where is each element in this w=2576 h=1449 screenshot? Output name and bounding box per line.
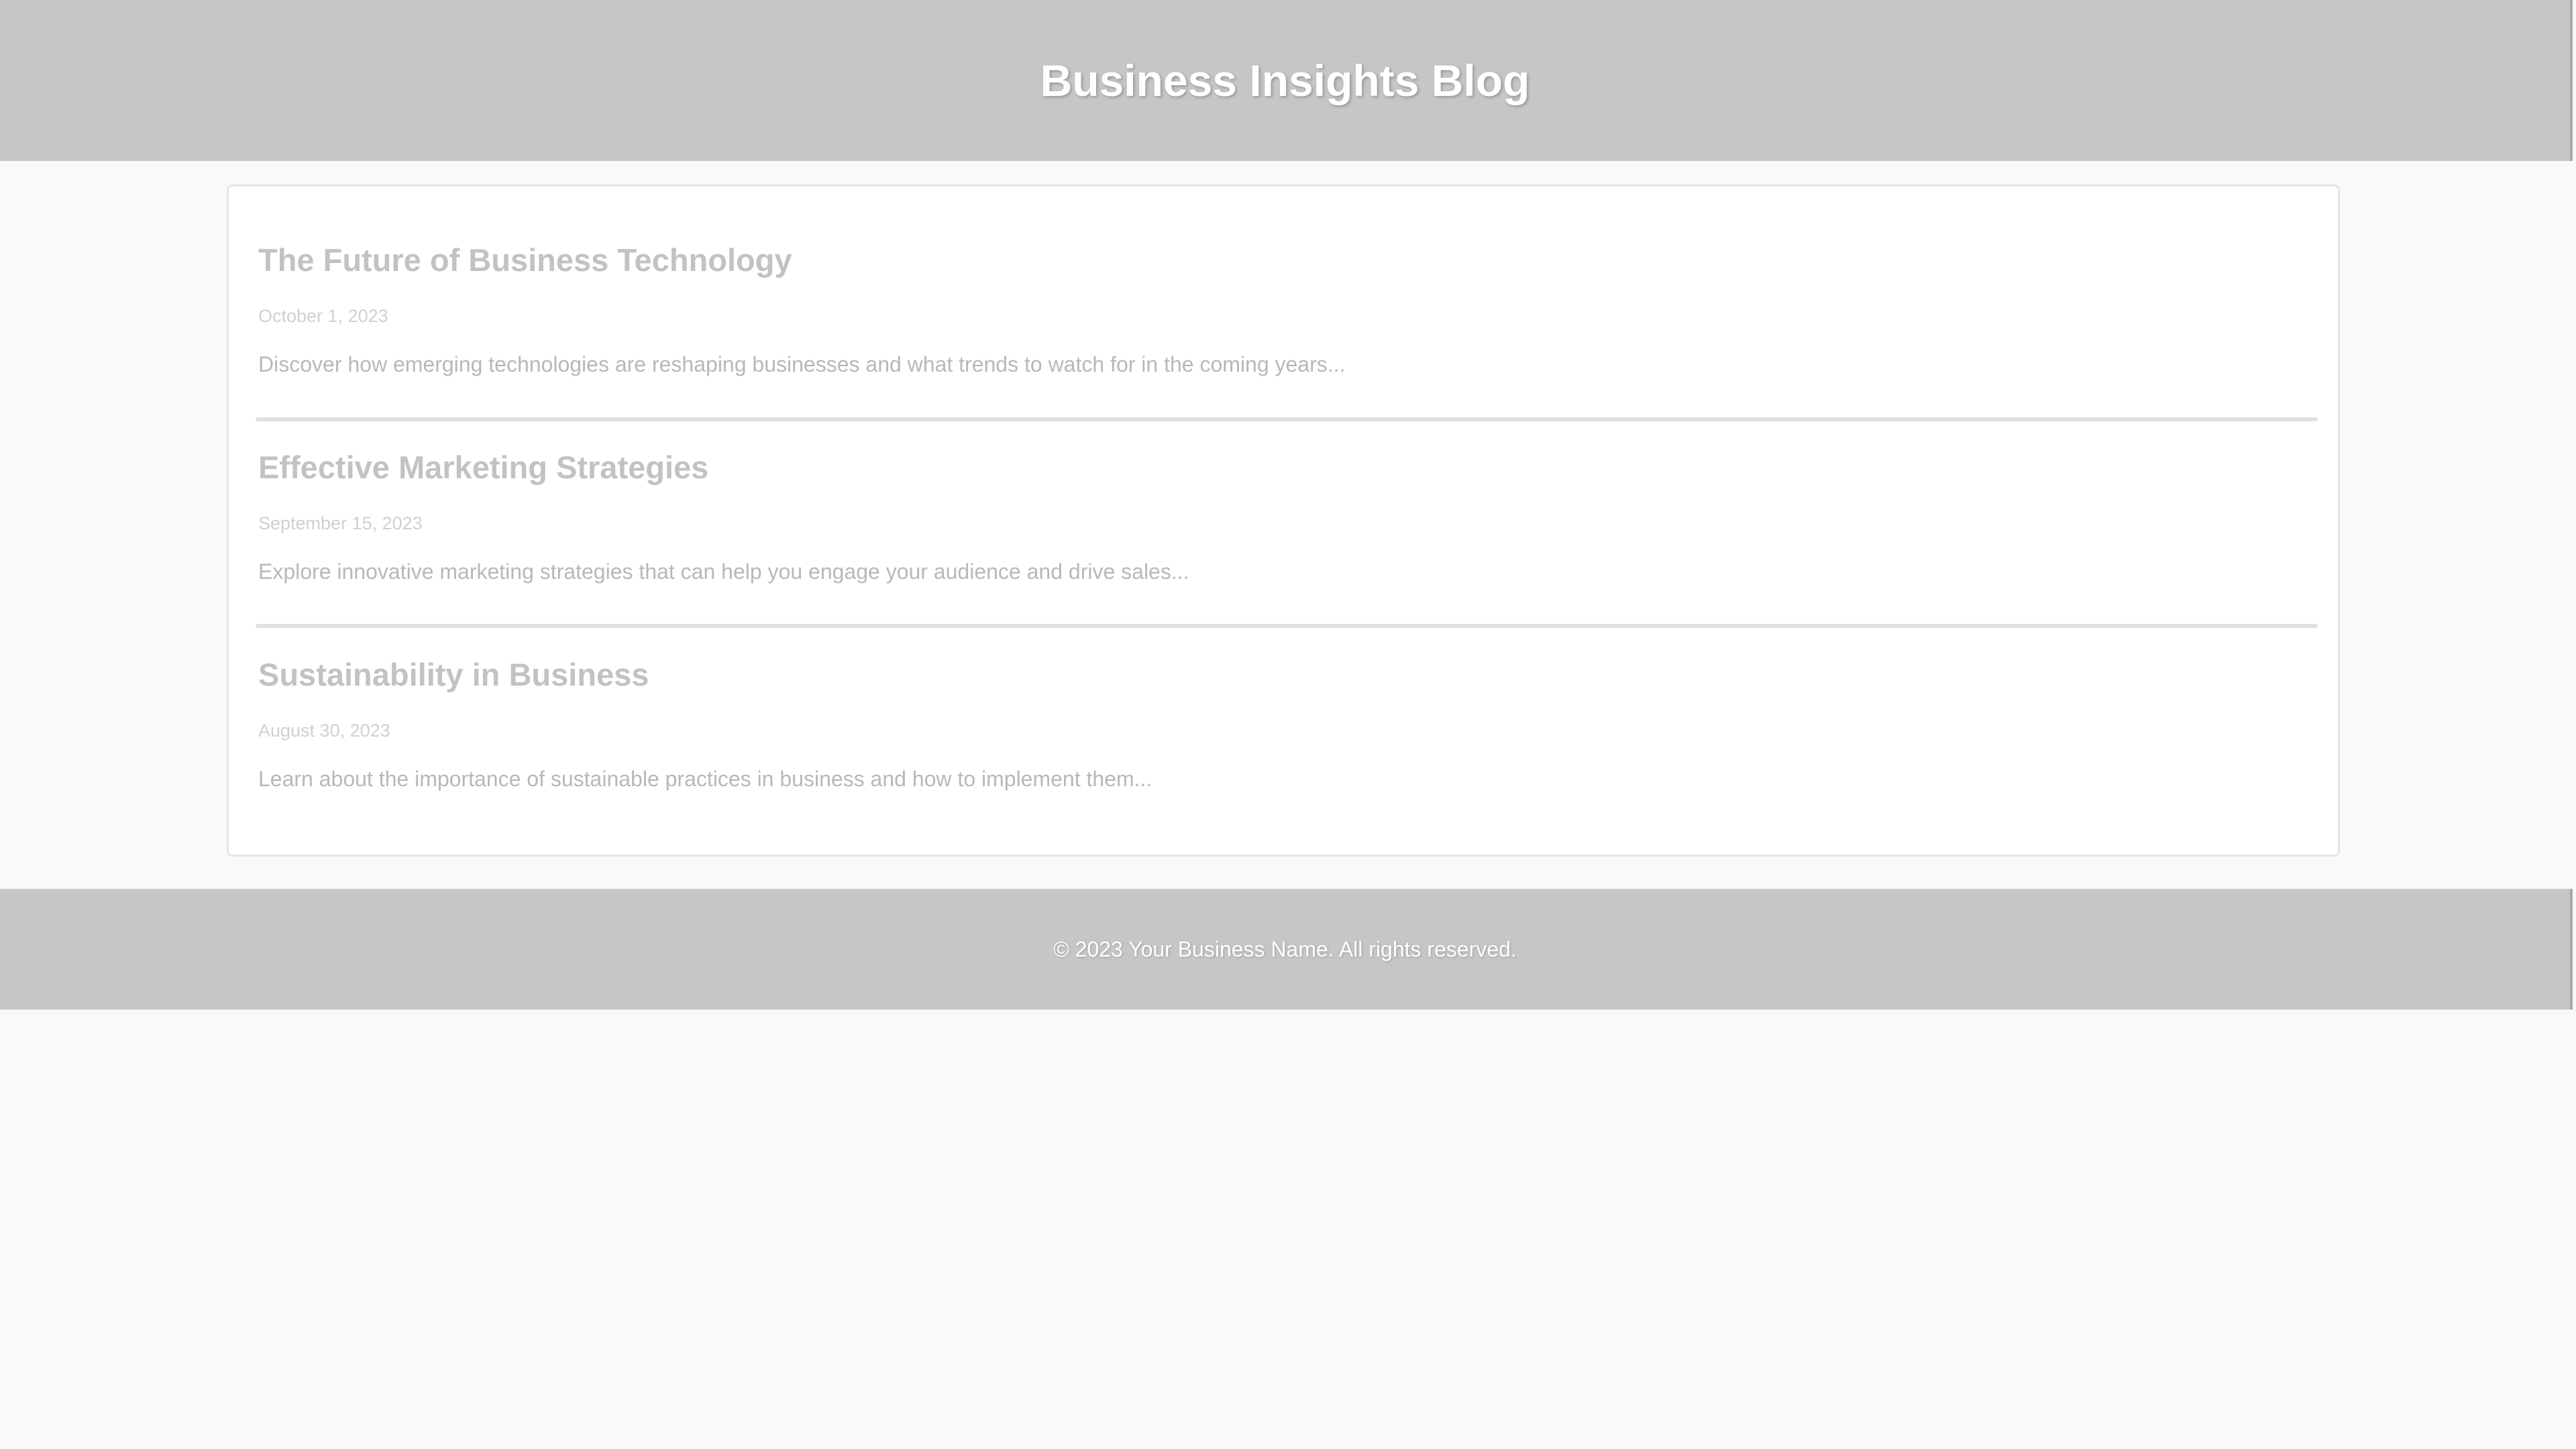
blog-post[interactable]: Effective Marketing Strategies September… xyxy=(258,447,2319,584)
post-excerpt: Explore innovative marketing strategies … xyxy=(258,559,1189,584)
post-divider xyxy=(256,417,2318,421)
site-footer: © 2023 Your Business Name. All rights re… xyxy=(0,889,2573,1010)
post-divider xyxy=(256,624,2318,628)
site-title: Business Insights Blog xyxy=(1040,56,1530,105)
post-date: August 30, 2023 xyxy=(258,720,390,741)
post-excerpt: Discover how emerging technologies are r… xyxy=(258,352,1346,376)
post-title[interactable]: Sustainability in Business xyxy=(258,655,2319,695)
blog-post[interactable]: The Future of Business Technology Octobe… xyxy=(258,240,2319,376)
posts-container: The Future of Business Technology Octobe… xyxy=(227,184,2340,857)
post-title[interactable]: The Future of Business Technology xyxy=(258,240,2319,280)
blog-post[interactable]: Sustainability in Business August 30, 20… xyxy=(258,655,2319,791)
post-date: September 15, 2023 xyxy=(258,513,423,533)
site-header: Business Insights Blog xyxy=(0,0,2573,161)
post-excerpt: Learn about the importance of sustainabl… xyxy=(258,767,1152,791)
post-title[interactable]: Effective Marketing Strategies xyxy=(258,447,2319,488)
copyright-text: © 2023 Your Business Name. All rights re… xyxy=(1053,937,1517,961)
post-date: October 1, 2023 xyxy=(258,306,388,326)
